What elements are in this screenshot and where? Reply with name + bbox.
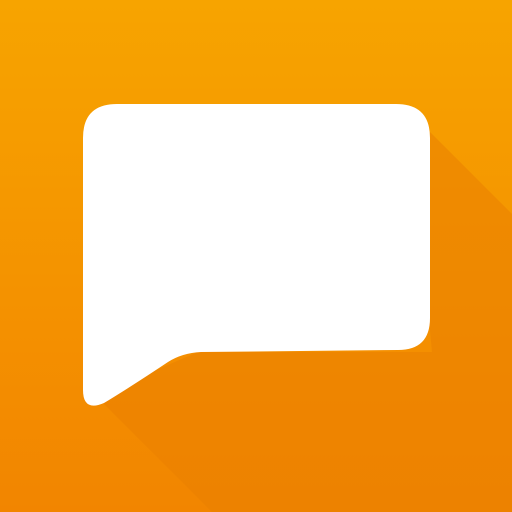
message-bubble-icon: [0, 0, 512, 512]
app-icon: [0, 0, 512, 512]
